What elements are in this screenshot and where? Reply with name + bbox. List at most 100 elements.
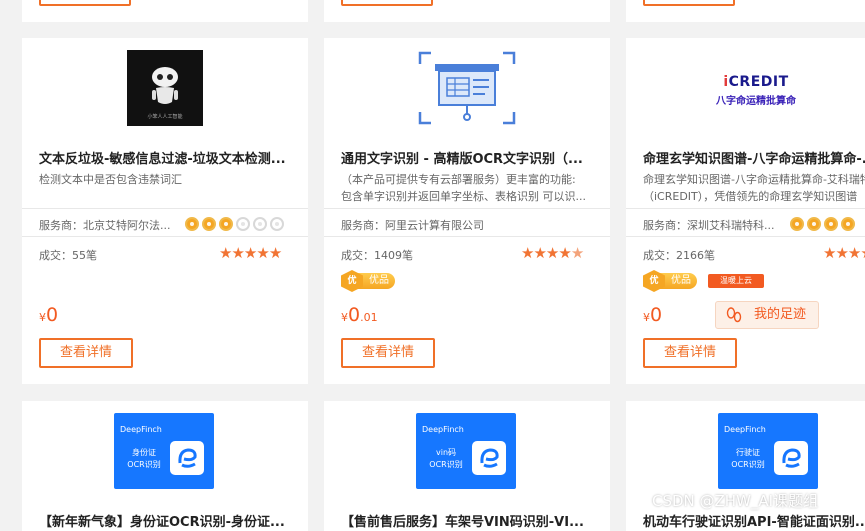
star-icon: ★ [219, 244, 232, 262]
detail-button-partial[interactable] [39, 0, 131, 6]
divider [626, 208, 865, 209]
logo-line2: OCR识别 [429, 460, 463, 469]
watermark: CSDN @ZHW_AI课题组 [652, 492, 819, 510]
star-icon: ★ [243, 244, 257, 262]
product-title[interactable]: 【售前售后服务】车架号VIN码识别-VI... [341, 511, 602, 530]
product-desc: （本产品可提供专有云部署服务）更丰富的功能: 包含单字识别并返回单字坐标、表格识… [341, 171, 600, 205]
robot-logo-caption: 小笨人人工智能 [147, 114, 183, 120]
product-card-partial [324, 0, 610, 22]
price-currency: ¥ [39, 311, 46, 324]
level-icon [807, 217, 821, 231]
product-title[interactable]: 机动车行驶证识别API-智能证面识别... [643, 511, 865, 530]
product-card-partial [626, 0, 865, 22]
star-icon: ★ [256, 244, 269, 262]
logo-line1: vin码 [435, 448, 457, 457]
star-icon: ★ [268, 244, 282, 262]
star-icon: ★ [823, 244, 836, 262]
rating-stars: ★★★★ [823, 244, 865, 262]
ocr-presentation-icon [417, 50, 517, 126]
divider [324, 208, 610, 209]
product-card[interactable]: iCREDIT 八字命运精批算命 命理玄学知识图谱-八字命运精批算命-... 命… [626, 38, 865, 384]
provider-name[interactable]: 深圳艾科瑞特科... [687, 219, 775, 232]
view-details-button[interactable]: 查看详情 [341, 338, 435, 368]
product-desc: 检测文本中是否包含违禁词汇 [39, 171, 298, 188]
level-icon [841, 217, 855, 231]
view-details-button[interactable]: 查看详情 [643, 338, 737, 368]
deepfinch-logo[interactable]: DeepFinch vin码 OCR识别 [416, 413, 516, 489]
star-icon: ★ [533, 244, 546, 262]
star-icon: ★ [558, 244, 571, 262]
product-card[interactable]: DeepFinch 行驶证 OCR识别 机动车行驶证识别API-智能证面识别..… [626, 401, 865, 531]
level-icon [219, 217, 233, 231]
cloud-badge: 温暖上云 [708, 274, 764, 288]
deal-label: 成交： [643, 249, 676, 262]
rating-stars: ★★★★★ [219, 244, 282, 262]
provider-level [185, 216, 287, 235]
deepfinch-brand: DeepFinch [422, 425, 464, 434]
provider-level [790, 216, 858, 235]
level-icon [185, 217, 199, 231]
desc-line: （iCREDIT），凭借领先的命理玄学知识图谱 [643, 190, 858, 203]
deepfinch-brand: DeepFinch [724, 425, 766, 434]
price-integer: 0 [348, 304, 361, 326]
quality-badge: 优品 优 [341, 270, 399, 292]
deal-label: 成交： [341, 249, 374, 262]
half-star-icon: ★ [570, 244, 584, 262]
logo-line2: OCR识别 [127, 460, 161, 469]
detail-button-partial[interactable] [341, 0, 433, 6]
product-title[interactable]: 通用文字识别 - 高精版OCR文字识别（... [341, 148, 600, 167]
provider: 服务商：北京艾特阿尔法... [39, 217, 171, 233]
level-icon [790, 217, 804, 231]
deepfinch-e-icon [774, 441, 808, 475]
logo-line2: OCR识别 [731, 460, 765, 469]
product-desc: 命理玄学知识图谱-八字命运精批算命-艾科瑞特 （iCREDIT），凭借领先的命理… [643, 171, 865, 205]
provider-label: 服务商： [39, 219, 83, 232]
product-image[interactable]: iCREDIT 八字命运精批算命 [626, 50, 865, 126]
price-integer: 0 [650, 304, 663, 326]
price: ¥0.01 [341, 304, 378, 326]
product-title[interactable]: 文本反垃圾-敏感信息过滤-垃圾文本检测... [39, 148, 298, 167]
icredit-logo: iCREDIT 八字命运精批算命 [626, 50, 865, 126]
price-integer: 0 [46, 304, 59, 326]
level-icon [202, 217, 216, 231]
provider: 服务商：深圳艾科瑞特科... [643, 217, 775, 233]
deepfinch-e-icon [170, 441, 204, 475]
deepfinch-brand: DeepFinch [120, 425, 162, 434]
product-image[interactable]: 小笨人人工智能 [22, 50, 308, 126]
deal-count: 成交：55笔 [39, 247, 97, 263]
product-card[interactable]: DeepFinch 身份证 OCR识别 【新年新气象】身份证OCR识别-身份证.… [22, 401, 308, 531]
star-icon: ★ [231, 244, 244, 262]
level-icon [253, 217, 267, 231]
provider-label: 服务商： [341, 219, 385, 232]
price-currency: ¥ [341, 311, 348, 324]
desc-line: 命理玄学知识图谱-八字命运精批算命-艾科瑞特 [643, 173, 865, 186]
product-card[interactable]: DeepFinch vin码 OCR识别 【售前售后服务】车架号VIN码识别-V… [324, 401, 610, 531]
deepfinch-e-icon [472, 441, 506, 475]
level-icon [824, 217, 838, 231]
icredit-logo-text: CREDIT [728, 74, 789, 90]
price: ¥0 [643, 304, 662, 326]
my-footprint-button[interactable]: 我的足迹 [715, 301, 819, 329]
view-details-button[interactable]: 查看详情 [39, 338, 133, 368]
deal-count: 成交：1409笔 [341, 247, 413, 263]
level-icon [270, 217, 284, 231]
star-icon: ★ [847, 244, 861, 262]
detail-button-partial[interactable] [643, 0, 735, 6]
provider-name[interactable]: 阿里云计算有限公司 [385, 219, 484, 232]
price-currency: ¥ [643, 311, 650, 324]
icredit-logo-subtitle: 八字命运精批算命 [716, 96, 796, 107]
product-image[interactable] [324, 50, 610, 126]
deepfinch-logo[interactable]: DeepFinch 行驶证 OCR识别 [718, 413, 818, 489]
robot-logo: 小笨人人工智能 [127, 50, 203, 126]
product-card[interactable]: 小笨人人工智能 文本反垃圾-敏感信息过滤-垃圾文本检测... 检测文本中是否包含… [22, 38, 308, 384]
product-card-partial [22, 0, 308, 22]
provider-name[interactable]: 北京艾特阿尔法... [83, 219, 171, 232]
product-title[interactable]: 命理玄学知识图谱-八字命运精批算命-... [643, 148, 865, 167]
star-icon: ★ [860, 244, 865, 262]
logo-line1: 身份证 [132, 448, 156, 457]
star-icon: ★ [835, 244, 848, 262]
deepfinch-logo[interactable]: DeepFinch 身份证 OCR识别 [114, 413, 214, 489]
product-title[interactable]: 【新年新气象】身份证OCR识别-身份证... [39, 511, 300, 530]
divider [626, 236, 865, 237]
product-card[interactable]: 通用文字识别 - 高精版OCR文字识别（... （本产品可提供专有云部署服务）更… [324, 38, 610, 384]
